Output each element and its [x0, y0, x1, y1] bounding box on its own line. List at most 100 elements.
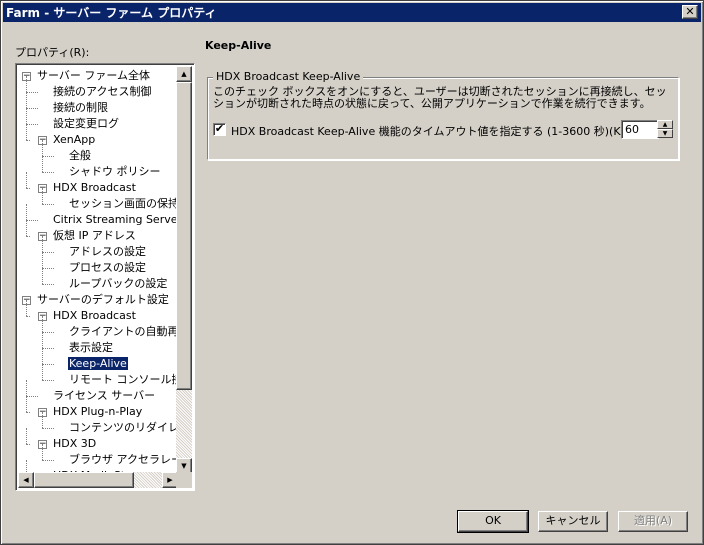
tree-connector: [42, 156, 43, 172]
tree-item-label: コンテンツのリダイレクト: [69, 421, 178, 434]
tree-connector: [42, 348, 43, 364]
tree-connector: [42, 140, 43, 156]
tree-item-label: プロセスの設定: [69, 261, 146, 274]
tree-connector: [26, 428, 27, 444]
timeout-checkbox[interactable]: ✔: [213, 123, 226, 136]
window-title: Farm - サーバー ファーム プロパティ: [6, 6, 217, 20]
tree-item[interactable]: 表示設定: [68, 340, 114, 356]
tree-connector: [42, 364, 54, 365]
vertical-scroll-thumb[interactable]: [176, 82, 192, 390]
tree-connector: [42, 444, 43, 460]
tree-item-label: アドレスの設定: [69, 245, 146, 258]
tree-item-label: ライセンス サーバー: [53, 389, 156, 402]
tree-item[interactable]: 全般: [68, 148, 92, 164]
timeout-value-input[interactable]: [621, 120, 659, 139]
tree-connector: [42, 188, 43, 204]
tree-item-label: リモート コンソール接続: [69, 373, 178, 386]
tree-item[interactable]: プロセスの設定: [68, 260, 147, 276]
scroll-left-icon[interactable]: ◀: [18, 472, 34, 488]
tree-item[interactable]: ライセンス サーバー: [52, 388, 156, 404]
tree-item[interactable]: HDX Broadcast: [52, 180, 137, 196]
close-icon[interactable]: ✕: [682, 5, 698, 19]
spin-down-icon[interactable]: ▼: [657, 129, 673, 138]
tree-connector: [42, 236, 43, 252]
tree-connector: [26, 396, 27, 412]
tree-connector: [26, 220, 27, 236]
tree-connector: [26, 300, 27, 316]
tree-item[interactable]: HDX 3D: [52, 436, 97, 452]
tree-item-label: Citrix Streaming Server: [53, 213, 178, 226]
tree-connector: [26, 444, 30, 445]
page-title: Keep-Alive: [205, 39, 272, 52]
tree-content: サーバー ファーム全体 − 接続のアクセス制御 接続の制限 設定変更ログ XenApp − 全…: [18, 66, 178, 474]
tree-connector: [42, 268, 43, 284]
tree-item[interactable]: ブラウザ アクセラレーション: [68, 452, 178, 468]
tree-item[interactable]: 設定変更ログ: [52, 116, 120, 132]
tree-connector: [26, 220, 38, 221]
tree-connector: [42, 316, 43, 332]
tree-vertical-scrollbar[interactable]: ▲ ▼: [176, 66, 192, 474]
tree-connector: [42, 284, 54, 285]
tree-item[interactable]: サーバー ファーム全体: [36, 68, 151, 84]
tree-item[interactable]: ループバックの設定: [68, 276, 168, 292]
tree-item[interactable]: XenApp: [52, 132, 96, 148]
tree-item[interactable]: Keep-Alive: [67, 356, 129, 372]
tree-connector: [26, 396, 38, 397]
tree-item-label: 全般: [69, 149, 91, 162]
tree-item-label: セッション画面の保持: [69, 197, 178, 210]
tree-connector: [42, 428, 54, 429]
tree-item-label: 仮想 IP アドレス: [53, 229, 136, 242]
tree-item-label: サーバー ファーム全体: [37, 69, 151, 82]
properties-tree[interactable]: サーバー ファーム全体 − 接続のアクセス制御 接続の制限 設定変更ログ XenApp − 全…: [15, 63, 195, 491]
tree-item-label: HDX Broadcast: [53, 309, 136, 322]
tree-item[interactable]: セッション画面の保持: [68, 196, 178, 212]
tree-item[interactable]: Citrix Streaming Server: [52, 212, 178, 228]
tree-item-label: 設定変更ログ: [53, 117, 119, 130]
tree-connector: [26, 380, 27, 396]
tree-item-label: サーバーのデフォルト設定: [37, 293, 169, 306]
tree-item[interactable]: アドレスの設定: [68, 244, 147, 260]
tree-item[interactable]: HDX Broadcast: [52, 308, 137, 324]
tree-item[interactable]: シャドウ ポリシー: [68, 164, 162, 180]
tree-item-label: ブラウザ アクセラレーション: [69, 453, 178, 466]
tree-item-label: Keep-Alive: [67, 356, 129, 371]
tree-item-label: HDX Plug-n-Play: [53, 405, 143, 418]
tree-item-label: HDX 3D: [53, 437, 97, 450]
tree-item[interactable]: HDX Plug-n-Play: [52, 404, 143, 420]
tree-item-label: ループバックの設定: [69, 277, 168, 290]
tree-connector: [42, 460, 54, 461]
tree-item-label: シャドウ ポリシー: [69, 165, 161, 178]
tree-connector: [26, 76, 27, 92]
tree-connector: [42, 364, 43, 380]
properties-dialog: Farm - サーバー ファーム プロパティ ✕ プロパティ(R): サーバー …: [0, 0, 704, 545]
tree-item[interactable]: 接続の制限: [52, 100, 109, 116]
tree-item-label: クライアントの自動再接続: [69, 325, 178, 338]
title-bar[interactable]: Farm - サーバー ファーム プロパティ ✕: [3, 3, 701, 22]
cancel-button[interactable]: キャンセル: [538, 511, 608, 532]
tree-item-label: 表示設定: [69, 341, 113, 354]
tree-connector: [42, 252, 54, 253]
tree-item[interactable]: サーバーのデフォルト設定: [36, 292, 170, 308]
scroll-up-icon[interactable]: ▲: [176, 66, 192, 82]
tree-horizontal-scrollbar[interactable]: ◀ ▶: [18, 472, 178, 488]
ok-button[interactable]: OK: [457, 510, 529, 533]
tree-connector: [26, 92, 38, 93]
tree-item[interactable]: リモート コンソール接続: [68, 372, 178, 388]
description-text: このチェック ボックスをオンにすると、ユーザーは切断されたセッションに再接続し、…: [213, 85, 667, 110]
tree-connector: [42, 172, 54, 173]
tree-item[interactable]: 仮想 IP アドレス: [52, 228, 137, 244]
tree-item[interactable]: 接続のアクセス制御: [52, 84, 152, 100]
timeout-checkbox-label[interactable]: HDX Broadcast Keep-Alive 機能のタイムアウト値を指定する…: [231, 123, 632, 139]
tree-connector: [26, 140, 30, 141]
apply-button[interactable]: 適用(A): [618, 511, 688, 532]
tree-connector: [42, 412, 43, 428]
tree-connector: [42, 348, 54, 349]
tree-connector: [26, 124, 27, 140]
tree-connector: [26, 108, 38, 109]
horizontal-scroll-thumb[interactable]: [34, 472, 134, 488]
tree-item[interactable]: クライアントの自動再接続: [68, 324, 178, 340]
properties-label: プロパティ(R):: [15, 46, 90, 59]
spin-up-icon[interactable]: ▲: [657, 120, 673, 129]
tree-item[interactable]: コンテンツのリダイレクト: [68, 420, 178, 436]
tree-connector: [42, 204, 54, 205]
